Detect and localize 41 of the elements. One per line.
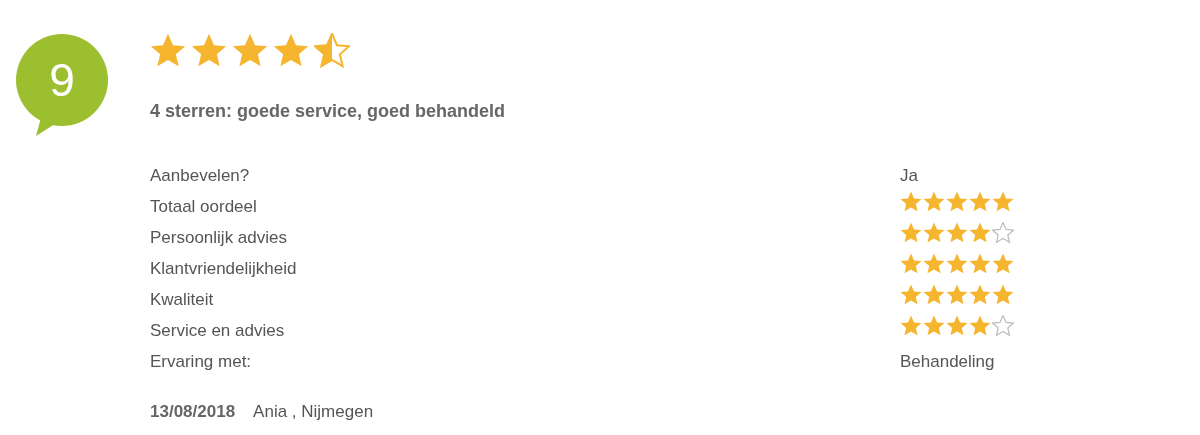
score: 9 xyxy=(49,57,75,103)
criterion-label: Klantvriendelijkheid xyxy=(150,257,298,280)
star-icon xyxy=(191,33,227,69)
star-icon xyxy=(923,191,945,213)
half-star-icon xyxy=(314,33,350,69)
star-icon xyxy=(946,284,968,306)
star-icon xyxy=(946,191,968,213)
star-icon xyxy=(969,191,991,213)
star-icon xyxy=(923,222,945,244)
star-icon xyxy=(992,284,1014,306)
star-icon xyxy=(969,315,991,337)
star-icon xyxy=(992,191,1014,213)
star-icon xyxy=(900,191,922,213)
star-icon xyxy=(923,315,945,337)
star-icon xyxy=(946,315,968,337)
star-icon xyxy=(969,253,991,275)
star-icon xyxy=(923,253,945,275)
criterion-label: Persoonlijk advies xyxy=(150,226,288,249)
star-icon xyxy=(273,33,309,69)
criterion-value: Ja xyxy=(900,164,918,187)
criterion-value: Behandeling xyxy=(900,350,995,373)
star-icon xyxy=(900,222,922,244)
star-icon xyxy=(969,222,991,244)
criterion-label: Kwaliteit xyxy=(150,288,215,311)
star-icon xyxy=(900,315,922,337)
criterion-label: Ervaring met: xyxy=(150,350,253,373)
star-icon xyxy=(992,253,1014,275)
reviewer: Ania , Nijmegen xyxy=(253,401,374,423)
star-icon xyxy=(946,222,968,244)
review-date: 13/08/2018 xyxy=(150,401,236,423)
criterion-label: Service en advies xyxy=(150,319,286,342)
star-icon xyxy=(900,284,922,306)
criterion-label: Totaal oordeel xyxy=(150,195,258,218)
star-icon xyxy=(900,253,922,275)
review-title: 4 sterren: goede service, goed behandeld xyxy=(150,100,507,123)
star-icon xyxy=(969,284,991,306)
star-icon xyxy=(150,33,186,69)
star-icon xyxy=(923,284,945,306)
criterion-label: Aanbevelen? xyxy=(150,164,251,187)
star-icon xyxy=(946,253,968,275)
star-icon xyxy=(232,33,268,69)
